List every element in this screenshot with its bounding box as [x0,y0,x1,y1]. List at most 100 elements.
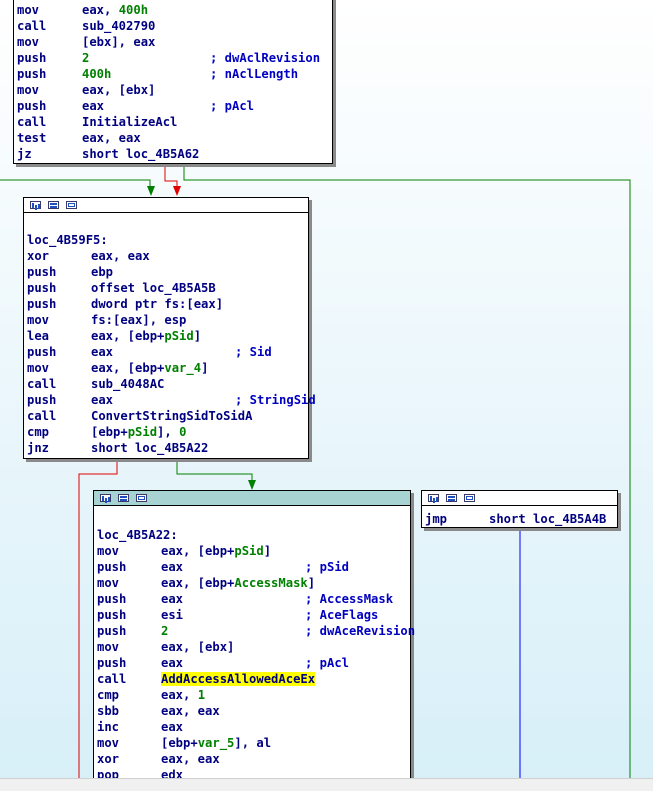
operand-part: eax, [ebp+ [161,544,235,558]
mnemonic: push [17,99,47,113]
instruction-line[interactable]: jnz short loc_4B5A22 [27,440,306,456]
arrow-green-mid [147,186,155,196]
instruction-line[interactable]: call sub_402790 [17,18,330,34]
instruction-line[interactable]: call ConvertStringSidToSidA [27,408,306,424]
instruction-line[interactable]: push 400h ; nAclLength [17,66,330,82]
code-block-jmp[interactable]: jmp short loc_4B5A4B [421,490,618,528]
instruction-line[interactable]: push offset loc_4B5A5B [27,280,306,296]
text-icon[interactable] [464,494,475,502]
instruction-line[interactable]: xor eax, eax [27,248,306,264]
instruction-line[interactable]: push 2 ; dwAclRevision [17,50,330,66]
mnemonic: cmp [27,425,50,439]
operand-part: eax [91,345,114,359]
mnemonic: call [17,19,47,33]
graph-icon[interactable] [30,201,41,209]
code-block-loc-4b59f5[interactable]: loc_4B59F5: xor eax, eax push ebp push offset … [23,197,316,459]
operand-part: sub_402790 [82,19,156,33]
mnemonic: push [97,592,127,606]
status-bar [0,778,653,791]
instruction-line[interactable]: inc eax [97,719,408,735]
operand-part: pSid [127,425,158,439]
instruction-line[interactable]: mov [ebp+var_5], al [97,735,408,751]
instruction-line[interactable]: mov eax, [ebx] [17,82,330,98]
operands: sub_402790 [82,18,155,34]
operands: [ebp+var_5], al [161,735,271,751]
instruction-line[interactable]: mov [ebx], eax [17,34,330,50]
instruction-line[interactable]: push eax ; StringSid [27,392,316,408]
mnemonic: jz [17,147,32,161]
code-block-top[interactable]: mov eax, 400h call sub_402790 mov [ebx], eax p… [13,0,333,164]
instruction-line[interactable]: mov fs:[eax], esp [27,312,306,328]
instruction-line[interactable]: test eax, eax [17,130,330,146]
operand-part: ] [307,576,316,590]
instruction-line[interactable]: call InitializeAcl [17,114,330,130]
instruction-line[interactable]: push eax ; pAcl [97,655,408,671]
comment: ; Sid [235,345,272,359]
instruction-line[interactable]: push eax ; pAcl [17,98,330,114]
operand-part: [ebp+ [91,425,128,439]
operands: eax, [ebx] [82,82,155,98]
flow-icon[interactable] [48,201,59,209]
instruction-line[interactable]: cmp [ebp+pSid], 0 [27,424,306,440]
instruction-line[interactable]: push 2 ; dwAceRevision [97,623,415,639]
operands: eax [91,344,113,360]
arrow-green-main [248,480,256,490]
mnemonic: mov [17,83,40,97]
operands: eax, [ebp+var_4] [91,360,208,376]
instruction-line[interactable]: push esi ; AceFlags [97,607,408,623]
code-label[interactable]: loc_4B59F5: [27,232,306,248]
graph-icon[interactable] [428,494,439,502]
instruction-line[interactable]: mov eax, [ebp+AccessMask] [97,575,408,591]
operand-part: pSid [234,544,264,558]
operand-part: eax [161,720,184,734]
operand-part: eax, [ebx] [82,83,156,97]
operand-part: eax [161,560,184,574]
mnemonic: push [27,393,57,407]
instruction-line[interactable]: sbb eax, eax [97,703,408,719]
mnemonic: push [97,656,127,670]
instruction-line[interactable]: push eax ; AccessMask [97,591,408,607]
operands: short loc_4B5A62 [82,146,199,162]
mnemonic: push [27,281,57,295]
operand-part: eax, [ebx] [161,640,235,654]
text-icon[interactable] [66,201,77,209]
operand-part: AccessMask [234,576,308,590]
flow-icon[interactable] [118,494,129,502]
instruction-line[interactable]: mov eax, [ebp+pSid] [97,543,408,559]
highlighted-symbol[interactable]: AddAccessAllowedAceEx [161,672,316,686]
instruction-line[interactable]: mov eax, [ebx] [97,639,408,655]
operand-part: ] [263,544,272,558]
instruction-line[interactable]: jmp short loc_4B5A4B [425,511,615,527]
code-top-listing: mov eax, 400h call sub_402790 mov [ebx], eax p… [17,2,330,162]
instruction-line[interactable]: mov eax, 400h [17,2,330,18]
flow-icon[interactable] [446,494,457,502]
instruction-line[interactable]: mov eax, [ebp+var_4] [27,360,306,376]
code-label[interactable]: loc_4B5A22: [97,527,408,543]
comment: ; dwAceRevision [305,624,416,638]
mnemonic: mov [97,544,120,558]
operands: eax [161,559,183,575]
instruction-line[interactable]: push eax ; Sid [27,344,306,360]
code-block-loc-4b5a22[interactable]: loc_4B5A22: mov eax, [ebp+pSid] push eax; pS… [93,490,415,790]
operand-part: var_5 [197,736,235,750]
text-icon[interactable] [136,494,147,502]
code-main-listing: loc_4B5A22: mov eax, [ebp+pSid] push eax; pS… [97,527,415,783]
instruction-line[interactable]: push eax ; pSid [97,559,408,575]
operand-part: [ebp+ [161,736,198,750]
operand-part: 2 [82,51,90,65]
mnemonic: call [27,409,57,423]
instruction-line[interactable]: push dword ptr fs:[eax] [27,296,306,312]
operands: 2 [82,50,89,66]
comment: ; AccessMask [305,592,394,606]
instruction-line[interactable]: cmp eax, 1 [97,687,408,703]
instruction-line[interactable]: lea eax, [ebp+pSid] [27,328,306,344]
instruction-line[interactable]: xor eax, eax [97,751,408,767]
instruction-line[interactable]: push ebp [27,264,306,280]
graph-icon[interactable] [100,494,111,502]
operand-part: ] [193,329,202,343]
instruction-line[interactable]: call sub_4048AC [27,376,306,392]
mnemonic: inc [97,720,120,734]
instruction-line[interactable]: call AddAccessAllowedAceEx [97,671,408,687]
instruction-line[interactable]: jz short loc_4B5A62 [17,146,330,162]
operands: eax [91,392,113,408]
